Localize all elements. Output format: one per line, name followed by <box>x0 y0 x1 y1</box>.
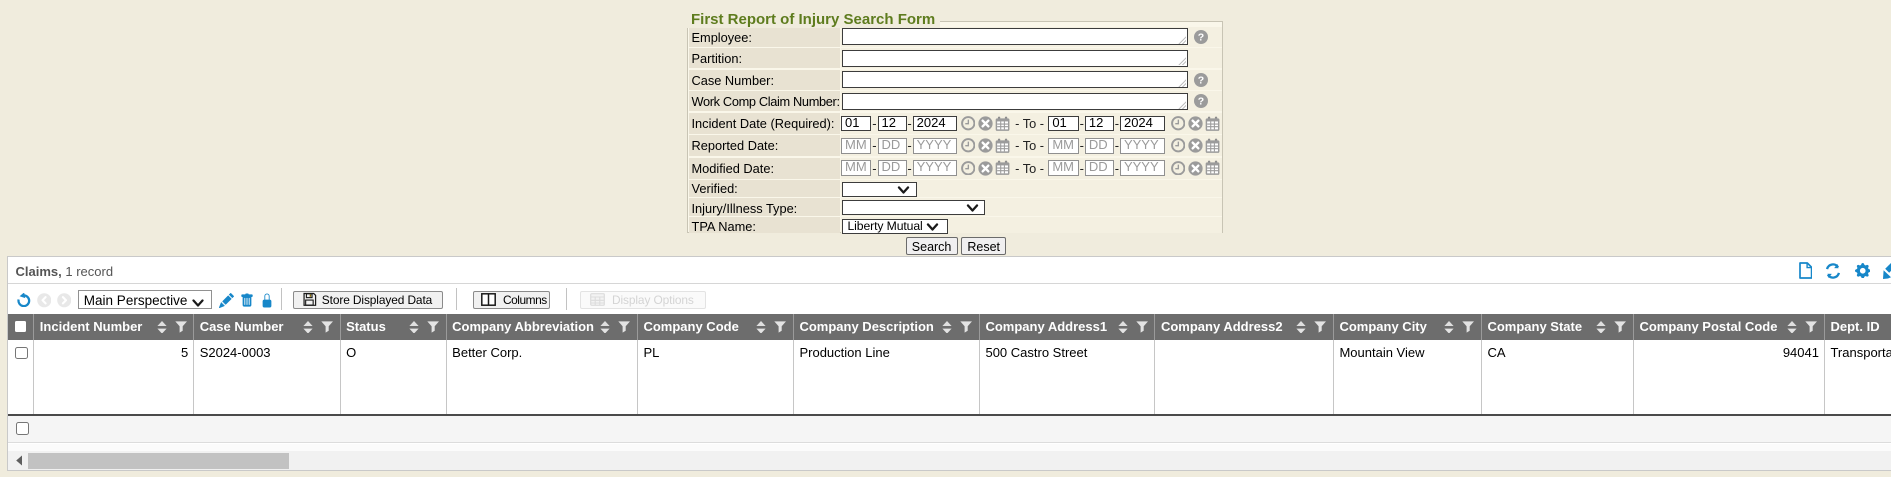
svg-text:?: ? <box>1198 74 1204 86</box>
svg-text:?: ? <box>1198 96 1204 108</box>
svg-text:?: ? <box>1198 31 1204 43</box>
